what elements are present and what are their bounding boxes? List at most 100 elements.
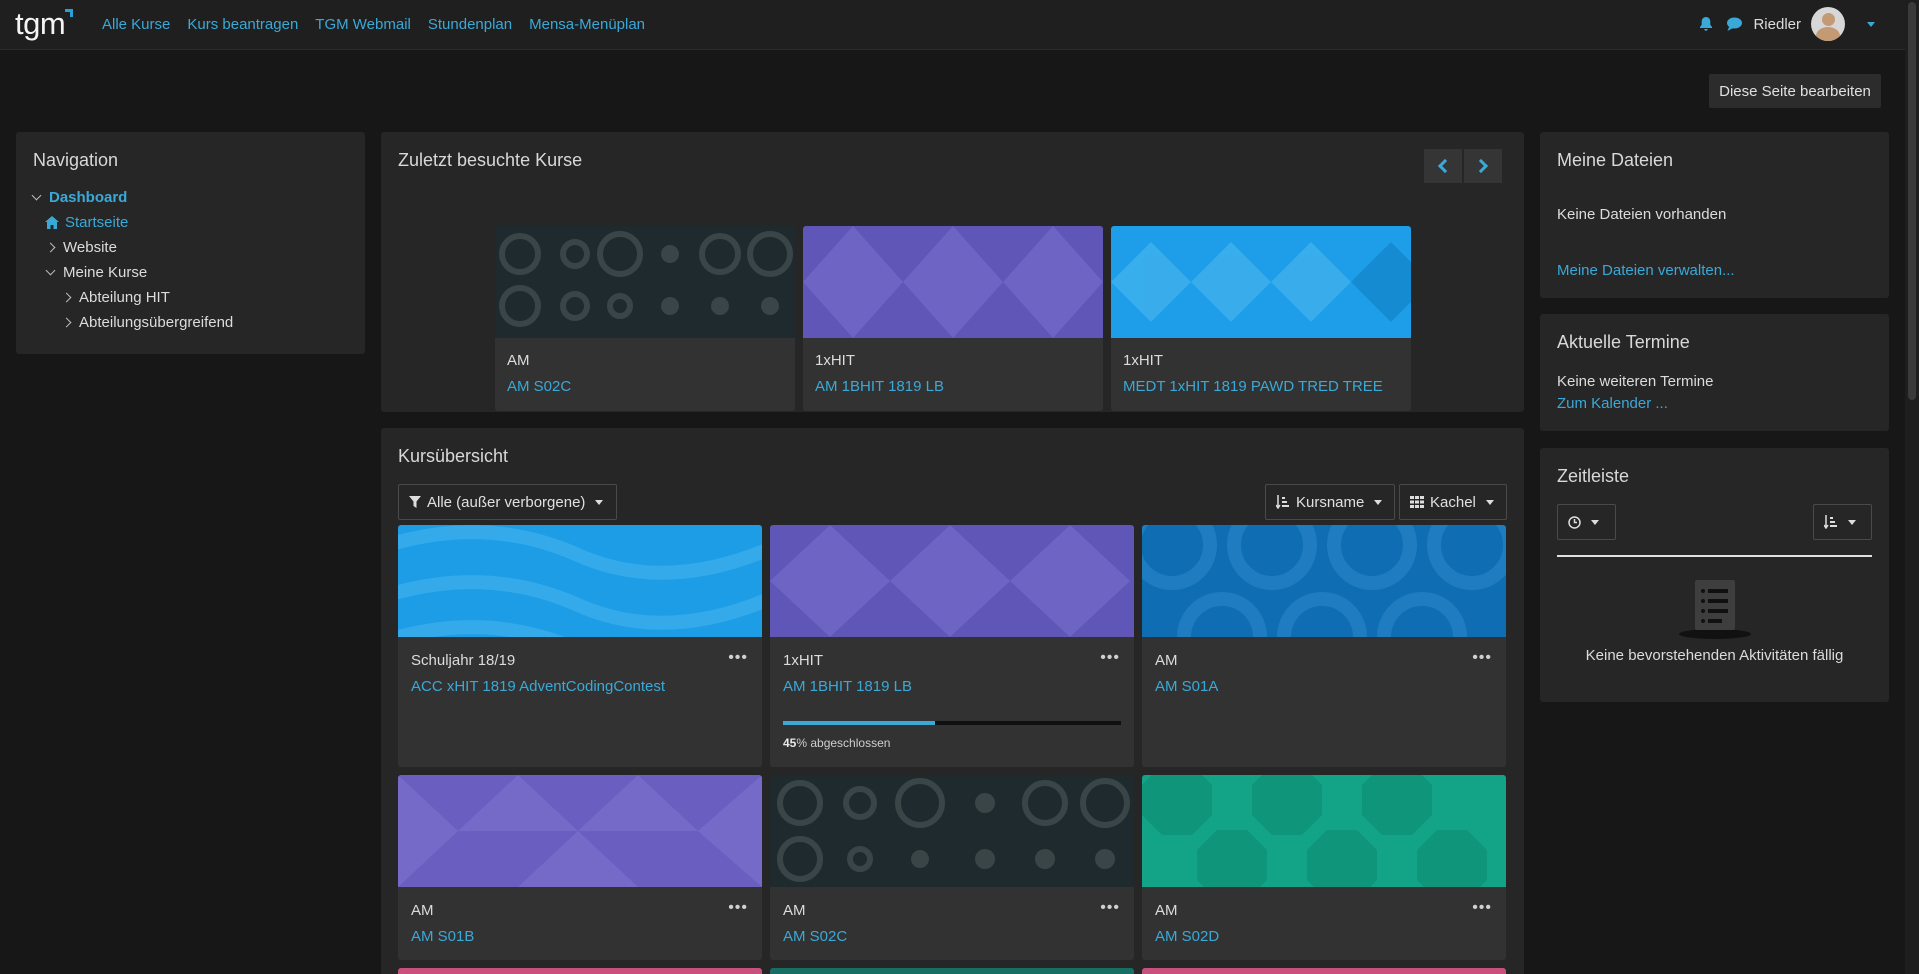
- timeline-filter-dropdown[interactable]: [1557, 504, 1616, 540]
- more-options-icon[interactable]: •••: [728, 899, 748, 917]
- recent-course-card[interactable]: AM AM S02C: [495, 226, 795, 411]
- empty-list-icon: [1679, 580, 1751, 639]
- course-category: 1xHIT: [1123, 352, 1164, 369]
- logo-text: tgm: [15, 6, 66, 41]
- filter-label: Alle (außer verborgene): [427, 493, 586, 511]
- edit-page-button[interactable]: Diese Seite bearbeiten: [1709, 74, 1881, 108]
- nav-item-startseite[interactable]: Startseite: [33, 210, 348, 235]
- course-overview-block: Kursübersicht Alle (außer verborgene) Ku…: [381, 428, 1524, 974]
- sort-icon: [1824, 515, 1837, 529]
- view-dropdown[interactable]: Kachel: [1399, 484, 1507, 520]
- caret-down-icon: [595, 499, 604, 505]
- chevron-left-icon: [1437, 158, 1453, 174]
- nav-alle-kurse[interactable]: Alle Kurse: [102, 16, 170, 33]
- caret-down-icon: [1591, 519, 1599, 525]
- course-name-link[interactable]: AM S02C: [783, 928, 847, 945]
- chevron-right-icon: [45, 242, 56, 253]
- view-label: Kachel: [1430, 493, 1476, 511]
- more-options-icon[interactable]: •••: [1100, 649, 1120, 667]
- my-files-block: Meine Dateien Keine Dateien vorhanden Me…: [1540, 132, 1889, 298]
- pattern-waves: [398, 525, 762, 675]
- sort-dropdown[interactable]: Kursname: [1265, 484, 1395, 520]
- course-name-link[interactable]: MEDT 1xHIT 1819 PAWD TRED TREE: [1123, 378, 1383, 395]
- course-card[interactable]: 1xHIT AM 1BHIT 1819 LB ••• 45% abgeschlo…: [770, 525, 1134, 767]
- course-card[interactable]: Schuljahr 18/19 ACC xHIT 1819 AdventCodi…: [398, 525, 762, 767]
- course-card-partial[interactable]: [1142, 968, 1506, 974]
- tgm-logo[interactable]: tgm: [15, 6, 74, 42]
- course-image: [398, 525, 762, 675]
- nav-item-label[interactable]: Dashboard: [49, 189, 127, 206]
- recent-course-card[interactable]: 1xHIT MEDT 1xHIT 1819 PAWD TRED TREE: [1111, 226, 1411, 411]
- top-navbar: tgm Alle Kurse Kurs beantragen TGM Webma…: [0, 0, 1905, 50]
- timeline-sort-dropdown[interactable]: [1813, 504, 1872, 540]
- recent-next-button[interactable]: [1464, 149, 1502, 183]
- nav-kurs-beantragen[interactable]: Kurs beantragen: [187, 16, 298, 33]
- user-name[interactable]: Riedler: [1753, 16, 1801, 33]
- nav-mensa-menueplan[interactable]: Mensa-Menüplan: [529, 16, 645, 33]
- nav-item-dashboard[interactable]: Dashboard: [31, 185, 348, 210]
- calendar-link[interactable]: Zum Kalender ...: [1557, 395, 1668, 412]
- recent-course-card[interactable]: 1xHIT AM 1BHIT 1819 LB: [803, 226, 1103, 411]
- timeline-empty-text: Keine bevorstehenden Aktivitäten fällig: [1585, 647, 1844, 664]
- course-card-partial[interactable]: [398, 968, 762, 974]
- course-card[interactable]: AM AM S02D •••: [1142, 775, 1506, 960]
- filter-dropdown[interactable]: Alle (außer verborgene): [398, 484, 617, 520]
- more-options-icon[interactable]: •••: [728, 649, 748, 667]
- course-image: [495, 226, 795, 338]
- course-image: [1142, 775, 1506, 900]
- course-name-link[interactable]: ACC xHIT 1819 AdventCodingContest: [411, 678, 665, 695]
- course-card[interactable]: AM AM S02C •••: [770, 775, 1134, 960]
- nav-item-label[interactable]: Startseite: [65, 214, 128, 231]
- timeline-block: Zeitleiste Keine bevorstehenden Aktivitä…: [1540, 448, 1889, 702]
- nav-item-abteilungsuebergreifend[interactable]: Abteilungsübergreifend: [33, 310, 348, 335]
- course-card-partial[interactable]: [770, 968, 1134, 974]
- scrollbar-thumb[interactable]: [1908, 2, 1916, 400]
- user-menu: Riedler: [1698, 7, 1875, 41]
- nav-item-meine-kurse[interactable]: Meine Kurse: [33, 260, 348, 285]
- pattern-diamonds: [803, 226, 1103, 338]
- nav-stundenplan[interactable]: Stundenplan: [428, 16, 512, 33]
- pattern-diamonds: [770, 525, 1130, 637]
- nav-item-label: Meine Kurse: [63, 264, 148, 281]
- pattern-circles: [499, 231, 793, 327]
- course-card[interactable]: AM AM S01B •••: [398, 775, 762, 960]
- nav-item-website[interactable]: Website: [33, 235, 348, 260]
- nav-tgm-webmail[interactable]: TGM Webmail: [315, 16, 411, 33]
- grid-icon: [1410, 496, 1424, 508]
- course-name-link[interactable]: AM 1BHIT 1819 LB: [783, 678, 912, 695]
- course-category: AM: [411, 902, 434, 919]
- recent-prev-button[interactable]: [1424, 149, 1462, 183]
- more-options-icon[interactable]: •••: [1472, 649, 1492, 667]
- course-progress-fill: [783, 721, 936, 725]
- course-name-link[interactable]: AM S02D: [1155, 928, 1219, 945]
- my-files-title: Meine Dateien: [1557, 150, 1674, 170]
- user-menu-caret[interactable]: [1867, 21, 1875, 27]
- course-name-link[interactable]: AM S02C: [507, 378, 571, 395]
- manage-files-link[interactable]: Meine Dateien verwalten...: [1557, 262, 1735, 279]
- more-options-icon[interactable]: •••: [1472, 899, 1492, 917]
- course-name-link[interactable]: AM 1BHIT 1819 LB: [815, 378, 944, 395]
- caret-down-icon: [1485, 499, 1494, 505]
- nav-item-abteilung-hit[interactable]: Abteilung HIT: [33, 285, 348, 310]
- course-image: [398, 775, 762, 887]
- chevron-down-icon: [45, 265, 56, 276]
- course-image: [1111, 226, 1411, 338]
- course-name-link[interactable]: AM S01A: [1155, 678, 1218, 695]
- course-image: [770, 775, 1134, 887]
- course-progress-text: 45% abgeschlossen: [783, 736, 890, 750]
- navigation-title: Navigation: [33, 150, 119, 170]
- home-icon: [45, 216, 59, 229]
- course-name-link[interactable]: AM S01B: [411, 928, 474, 945]
- course-overview-title: Kursübersicht: [398, 446, 509, 466]
- chevron-right-icon: [61, 292, 72, 303]
- more-options-icon[interactable]: •••: [1100, 899, 1120, 917]
- course-image: [803, 226, 1103, 338]
- sort-label: Kursname: [1296, 493, 1365, 511]
- upcoming-events-title: Aktuelle Termine: [1557, 332, 1690, 352]
- course-card[interactable]: AM AM S01A •••: [1142, 525, 1506, 767]
- page-scrollbar[interactable]: [1905, 0, 1919, 974]
- bell-icon[interactable]: [1698, 16, 1714, 32]
- user-avatar[interactable]: [1811, 7, 1845, 41]
- chat-icon[interactable]: [1726, 16, 1743, 32]
- pattern-octagons: [1142, 775, 1487, 900]
